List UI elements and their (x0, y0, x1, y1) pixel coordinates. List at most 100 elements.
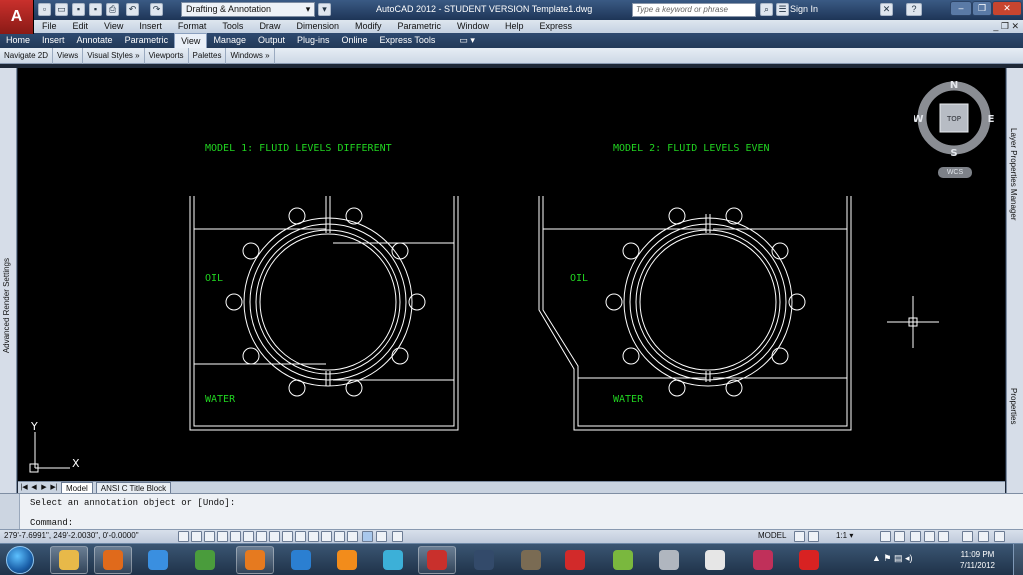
right-palette-strip[interactable]: Layer Properties Manager Properties (1006, 68, 1023, 493)
taskbar-firefox-button[interactable] (236, 546, 274, 574)
menu-draw[interactable]: Draw (251, 20, 288, 33)
menu-file[interactable]: File (34, 20, 65, 33)
annotation-scale-dropdown[interactable]: 1:1 ▾ (836, 531, 853, 540)
model-space-icon[interactable] (376, 531, 387, 542)
transparency-icon[interactable] (321, 531, 332, 542)
redo-icon[interactable]: ↷ (150, 3, 163, 16)
dynamic-input-icon[interactable] (295, 531, 306, 542)
taskbar-internet-explorer-button[interactable] (139, 546, 177, 574)
advanced-render-settings-palette[interactable]: Advanced Render Settings (0, 68, 17, 493)
next-layout-button[interactable]: ▶ (40, 484, 48, 492)
menu-tools[interactable]: Tools (214, 20, 251, 33)
taskbar-network-button[interactable] (374, 546, 412, 574)
application-menu-button[interactable]: A (0, 0, 34, 34)
taskbar-autocad-button[interactable] (418, 546, 456, 574)
first-layout-button[interactable]: |◀ (20, 484, 28, 492)
panel-windows[interactable]: Windows » (226, 47, 275, 64)
cursor-coordinates[interactable]: 279'-7.6991", 249'-2.0030", 0'-0.0000" (4, 531, 139, 540)
clock[interactable]: 11:09 PM 7/11/2012 (960, 549, 995, 571)
viewcube[interactable]: TOP N S E W (914, 80, 994, 160)
taskbar-app-dark-button[interactable] (465, 546, 503, 574)
quick-view-drawings-icon[interactable] (808, 531, 819, 542)
start-button[interactable] (6, 546, 34, 574)
snap-mode-icon[interactable] (191, 531, 202, 542)
tab-model[interactable]: Model (61, 481, 93, 494)
customize-qat-icon[interactable]: ▾ (318, 3, 331, 16)
panel-visual-styles[interactable]: Visual Styles » (83, 47, 145, 64)
minimize-button[interactable]: – (950, 1, 972, 16)
annotation-monitor-icon[interactable] (362, 531, 373, 542)
taskbar-project-button[interactable] (744, 546, 782, 574)
tab-parametric[interactable]: Parametric (119, 33, 175, 48)
close-button[interactable]: ✕ (992, 1, 1022, 16)
open-file-icon[interactable]: ▭ (55, 3, 68, 16)
clean-screen-icon[interactable] (994, 531, 1005, 542)
communication-icon[interactable]: ☰ (776, 3, 789, 16)
workspace-dropdown[interactable]: Drafting & Annotation ▾ (181, 2, 315, 17)
last-layout-button[interactable]: ▶| (50, 484, 58, 492)
panel-palettes[interactable]: Palettes (189, 47, 227, 64)
annotation-visibility-icon[interactable] (880, 531, 891, 542)
model-paper-toggle[interactable]: MODEL (758, 531, 786, 540)
print-icon[interactable]: ⎙ (106, 3, 119, 16)
prev-layout-button[interactable]: ◀ (30, 484, 38, 492)
taskbar-explorer-button[interactable] (50, 546, 88, 574)
search-icon[interactable]: ⌕ (760, 3, 773, 16)
taskbar-wiki-button[interactable] (696, 546, 734, 574)
lock-ui-icon[interactable] (924, 531, 935, 542)
object-snap-tracking-icon[interactable] (269, 531, 280, 542)
tab-output[interactable]: Output (252, 33, 291, 48)
selection-cycling-icon[interactable] (347, 531, 358, 542)
menu-window[interactable]: Window (449, 20, 497, 33)
system-tray-icons[interactable]: ▲ ⚑ ▤ ◂) (872, 553, 913, 564)
taskbar-pen-button[interactable] (650, 546, 688, 574)
menu-edit[interactable]: Edit (65, 20, 97, 33)
quick-view-icon[interactable] (392, 531, 403, 542)
new-file-icon[interactable]: ▫ (38, 3, 51, 16)
taskbar-quicktime-button[interactable] (282, 546, 320, 574)
command-window-grip[interactable] (0, 494, 20, 530)
menu-insert[interactable]: Insert (131, 20, 170, 33)
tab-home[interactable]: Home (0, 33, 36, 48)
tab-view[interactable]: View (174, 32, 208, 49)
properties-tab[interactable]: Properties (1009, 388, 1018, 424)
isolate-objects-icon[interactable] (962, 531, 973, 542)
menu-parametric[interactable]: Parametric (390, 20, 450, 33)
taskbar-google-chrome-button[interactable] (186, 546, 224, 574)
tab-manage[interactable]: Manage (207, 33, 252, 48)
ortho-mode-icon[interactable] (217, 531, 228, 542)
quick-properties-icon[interactable] (334, 531, 345, 542)
tab-insert[interactable]: Insert (36, 33, 71, 48)
drawing-canvas[interactable]: MODEL 1: FLUID LEVELS DIFFERENT MODEL 2:… (18, 68, 1005, 481)
grid-display-icon[interactable] (204, 531, 215, 542)
auto-scale-icon[interactable] (894, 531, 905, 542)
sign-in-link[interactable]: Sign In (790, 4, 818, 14)
taskbar-m-app-button[interactable] (790, 546, 828, 574)
lineweight-icon[interactable] (308, 531, 319, 542)
tab-express-tools[interactable]: Express Tools (374, 33, 442, 48)
tab-online[interactable]: Online (336, 33, 374, 48)
menu-express[interactable]: Express (532, 20, 581, 33)
document-window-controls[interactable]: _ ❐ ✕ (993, 20, 1019, 33)
show-desktop-button[interactable] (1013, 544, 1023, 575)
menu-format[interactable]: Format (170, 20, 215, 33)
menu-modify[interactable]: Modify (347, 20, 390, 33)
exchange-icon[interactable]: ✕ (880, 3, 893, 16)
infer-constraints-icon[interactable] (178, 531, 189, 542)
panel-navigate-2d[interactable]: Navigate 2D (0, 47, 54, 64)
command-input[interactable]: Command: (30, 518, 73, 528)
panel-viewports[interactable]: Viewports (145, 47, 189, 64)
workspace-switching-icon[interactable] (910, 531, 921, 542)
tab-annotate[interactable]: Annotate (71, 33, 119, 48)
save-icon[interactable]: ▪ (72, 3, 85, 16)
object-snap-icon[interactable] (243, 531, 254, 542)
help-button[interactable]: ? (906, 3, 922, 16)
ribbon-minimize-toggle[interactable]: ▭ ▾ (459, 35, 475, 46)
quick-view-layouts-icon[interactable] (794, 531, 805, 542)
tab-ansi-c-title-block[interactable]: ANSI C Title Block (95, 481, 172, 494)
wcs-menu-button[interactable]: WCS (938, 167, 972, 178)
undo-icon[interactable]: ↶ (126, 3, 139, 16)
taskbar-solidworks-button[interactable] (556, 546, 594, 574)
application-status-icon[interactable] (978, 531, 989, 542)
dynamic-ucs-icon[interactable] (282, 531, 293, 542)
